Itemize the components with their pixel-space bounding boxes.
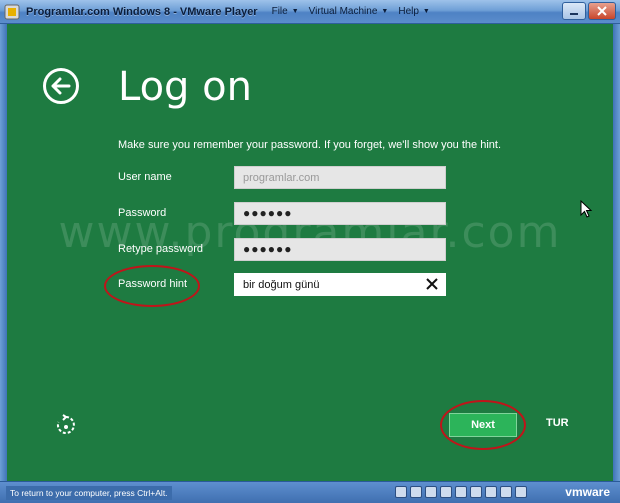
chevron-down-icon: ▼ (422, 8, 430, 15)
menu-virtual-machine-label: Virtual Machine (308, 6, 378, 17)
retype-password-label: Retype password (118, 243, 203, 255)
guest-screen: www.programlar.com Log on Make sure you … (7, 24, 613, 481)
menu-help[interactable]: Help ▼ (398, 6, 430, 17)
window-titlebar: Programlar.com Windows 8 - VMware Player… (0, 0, 620, 24)
floppy-icon[interactable] (425, 486, 437, 498)
clear-x-icon[interactable] (425, 277, 439, 291)
minimize-icon (570, 13, 578, 15)
usb-icon[interactable] (455, 486, 467, 498)
chevron-down-icon: ▼ (381, 8, 389, 15)
page-title: Log on (118, 64, 252, 110)
window-title: Programlar.com Windows 8 - VMware Player (26, 5, 258, 18)
sound-icon[interactable] (470, 486, 482, 498)
window-frame-left (0, 24, 7, 481)
next-button[interactable]: Next (449, 413, 517, 437)
password-hint-value: bir doğum günü (243, 279, 320, 291)
network-icon[interactable] (440, 486, 452, 498)
menu-help-label: Help (398, 6, 419, 17)
cd-drive-icon[interactable] (410, 486, 422, 498)
menu-file-label: File (271, 6, 288, 17)
vmware-app-icon[interactable] (4, 4, 20, 20)
menu-file[interactable]: File ▼ (272, 6, 299, 17)
password-hint-field[interactable]: bir doğum günü (234, 273, 446, 296)
user-name-field[interactable]: programlar.com (234, 166, 446, 189)
ease-of-access-icon[interactable] (54, 413, 78, 437)
input-language-indicator[interactable]: TUR (546, 417, 569, 429)
vmware-logo: vmware (565, 485, 610, 499)
back-button[interactable] (43, 68, 79, 104)
chevron-down-icon: ▼ (291, 8, 299, 15)
hard-disk-icon[interactable] (395, 486, 407, 498)
close-icon (597, 6, 607, 16)
status-bar: To return to your computer, press Ctrl+A… (0, 481, 620, 503)
menu-virtual-machine[interactable]: Virtual Machine ▼ (309, 6, 389, 17)
printer-icon[interactable] (485, 486, 497, 498)
retype-password-row: Retype password ●●●●●● (118, 238, 448, 261)
window-controls (562, 2, 616, 20)
close-button[interactable] (588, 2, 616, 20)
back-arrow-icon (51, 77, 71, 95)
password-label: Password (118, 207, 167, 219)
retype-password-field[interactable]: ●●●●●● (234, 238, 446, 261)
display-icon[interactable] (500, 486, 512, 498)
instructions-text: Make sure you remember your password. If… (118, 139, 501, 151)
password-hint-highlight-ellipse (104, 265, 200, 307)
user-name-row: User name programlar.com (118, 166, 448, 189)
message-icon[interactable] (515, 486, 527, 498)
user-name-label: User name (118, 171, 172, 183)
device-icons (395, 486, 527, 498)
mouse-cursor-icon (580, 199, 594, 220)
window-frame-right (613, 24, 620, 481)
minimize-button[interactable] (562, 2, 586, 20)
status-hint: To return to your computer, press Ctrl+A… (6, 485, 172, 500)
password-row: Password ●●●●●● (118, 202, 448, 225)
password-field[interactable]: ●●●●●● (234, 202, 446, 225)
